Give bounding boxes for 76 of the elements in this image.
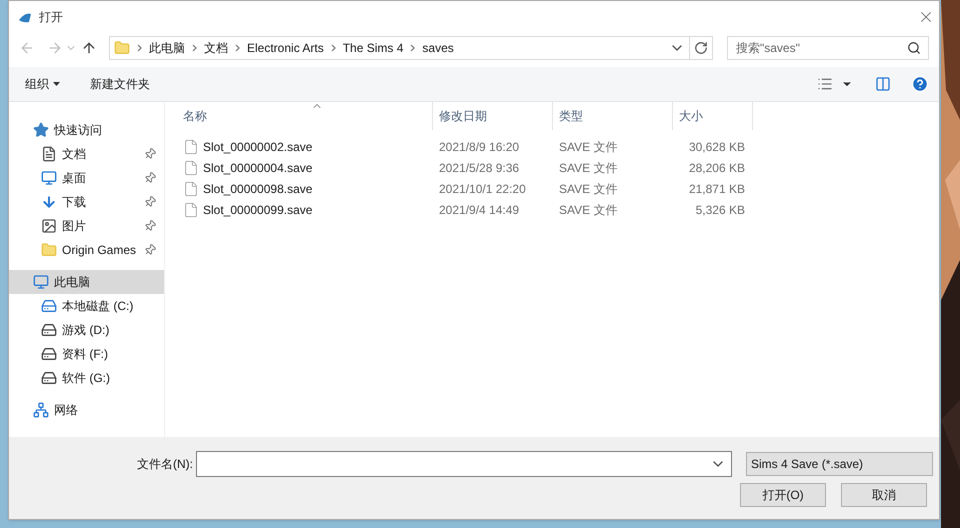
nav-item[interactable]: 图片	[9, 214, 164, 238]
file-icon	[183, 138, 199, 154]
download-icon	[41, 194, 57, 210]
help-icon[interactable]	[911, 75, 929, 93]
file-icon	[183, 160, 199, 176]
file-name[interactable]: Slot_00000099.save	[203, 200, 312, 218]
table-cell: SAVE 文件	[559, 140, 618, 154]
up-icon[interactable]	[81, 40, 97, 56]
view-options-icon[interactable]	[817, 76, 833, 92]
new-folder-button[interactable]: 新建文件夹	[90, 75, 150, 93]
file-name[interactable]: Slot_00000004.save	[203, 158, 312, 176]
breadcrumb[interactable]: The Sims 4	[342, 39, 404, 57]
table-cell: 2021/9/4 14:49	[439, 202, 520, 216]
breadcrumb[interactable]: Electronic Arts	[247, 39, 324, 57]
table-cell: SAVE 文件	[559, 182, 618, 196]
nav-item[interactable]: 本地磁盘 (C:)	[9, 294, 164, 318]
refresh-icon[interactable]	[694, 41, 708, 55]
file-name[interactable]: Slot_00000002.save	[203, 138, 312, 156]
drive-icon	[41, 370, 57, 386]
file-icon	[183, 180, 199, 196]
nav-item[interactable]: 桌面	[9, 166, 164, 190]
nav-item[interactable]: 此电脑	[9, 270, 164, 294]
drive-icon	[41, 346, 57, 362]
desktop-icon	[41, 170, 57, 186]
drive-icon	[41, 322, 57, 338]
chevron-icon	[410, 44, 416, 52]
drive-icon	[41, 298, 57, 314]
chevron-icon	[137, 44, 142, 52]
table-cell: SAVE 文件	[559, 202, 618, 216]
table-cell: 2021/10/1 22:20	[439, 182, 526, 196]
table-cell: 21,871 KB	[688, 182, 745, 196]
nav-item[interactable]: 下载	[9, 190, 164, 214]
nav-item[interactable]: 资料 (F:)	[9, 342, 164, 366]
nav-item[interactable]: Origin Games	[9, 238, 164, 262]
column-header[interactable]: 类型	[553, 102, 673, 130]
breadcrumb[interactable]: 文档	[204, 39, 228, 57]
computer-icon	[33, 274, 49, 290]
column-header[interactable]: 修改日期	[433, 102, 553, 130]
chevron-icon	[330, 44, 336, 52]
folder-icon	[41, 242, 57, 258]
star-icon	[33, 122, 49, 138]
preview-pane-icon[interactable]	[875, 76, 891, 92]
nav-item[interactable]: 快速访问	[9, 118, 164, 142]
file-name[interactable]: Slot_00000098.save	[203, 180, 312, 198]
file-name-field[interactable]	[196, 451, 732, 477]
caret-icon	[53, 82, 60, 86]
document-icon	[41, 146, 57, 162]
cancel-button[interactable]: 取消	[841, 483, 927, 507]
column-header[interactable]: 大小	[673, 102, 753, 130]
search-icon[interactable]	[907, 41, 921, 55]
folder-icon	[114, 40, 130, 56]
column-header[interactable]: 名称	[177, 102, 433, 130]
nav-item[interactable]: 文档	[9, 142, 164, 166]
table-cell: SAVE 文件	[559, 160, 618, 174]
table-cell: 5,326 KB	[696, 202, 745, 216]
window-title: 打开	[39, 9, 63, 26]
nav-item[interactable]: 网络	[9, 398, 164, 422]
image-icon	[41, 218, 57, 234]
nav-item[interactable]: 软件 (G:)	[9, 366, 164, 390]
chevron-icon	[192, 44, 197, 52]
nav-item[interactable]: 游戏 (D:)	[9, 318, 164, 342]
breadcrumb[interactable]: 此电脑	[149, 39, 185, 57]
file-name-label: 文件名(N):	[137, 456, 193, 473]
table-cell: 2021/8/9 16:20	[439, 140, 520, 154]
search-field[interactable]: 搜索"saves"	[727, 36, 929, 60]
file-icon	[183, 202, 199, 218]
open-button[interactable]: 打开(O)	[740, 483, 826, 507]
address-bar[interactable]: 此电脑 文档 Electronic Arts The Sims 4 saves	[109, 36, 713, 60]
network-icon	[33, 402, 49, 418]
table-cell: 30,628 KB	[688, 140, 745, 154]
table-cell: 2021/5/28 9:36	[439, 160, 520, 174]
table-cell: 28,206 KB	[688, 160, 745, 174]
organize-button[interactable]: 组织	[25, 75, 60, 93]
file-type-dropdown[interactable]: Sims 4 Save (*.save)	[746, 452, 933, 476]
chevron-icon	[235, 44, 240, 52]
breadcrumb[interactable]: saves	[422, 39, 454, 57]
